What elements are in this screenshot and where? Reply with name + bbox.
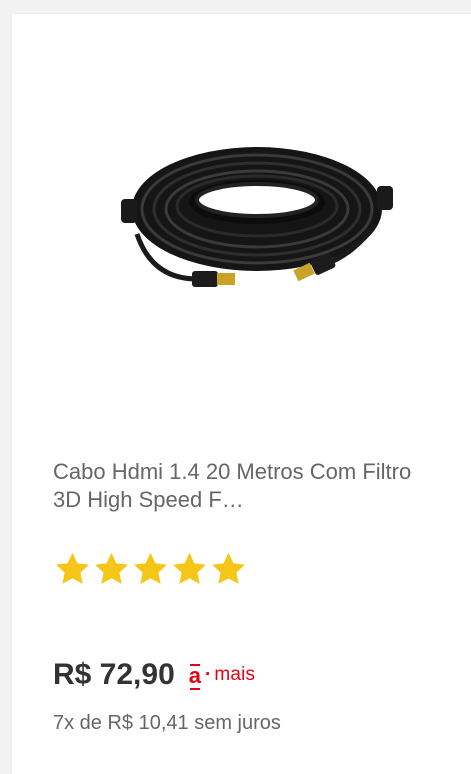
product-title[interactable]: Cabo Hdmi 1.4 20 Metros Com Filtro 3D Hi… [53, 458, 443, 514]
product-card[interactable]: Cabo Hdmi 1.4 20 Metros Com Filtro 3D Hi… [12, 14, 471, 774]
installments-text: 7x de R$ 10,41 sem juros [53, 712, 281, 734]
rating-stars [53, 550, 248, 588]
star-icon [134, 552, 167, 584]
price: R$ 72,90 [53, 658, 175, 691]
a-mais-dot: · [205, 664, 212, 685]
product-image[interactable] [107, 114, 407, 314]
price-row: R$ 72,90 a · mais [53, 658, 255, 692]
a-mais-badge: a · mais [188, 661, 256, 690]
a-mais-text: mais [214, 664, 256, 685]
star-icon [95, 552, 128, 584]
star-icon [56, 552, 89, 584]
a-mais-logo-letter: a [188, 663, 202, 690]
star-icon [212, 552, 245, 584]
star-icon [173, 552, 206, 584]
